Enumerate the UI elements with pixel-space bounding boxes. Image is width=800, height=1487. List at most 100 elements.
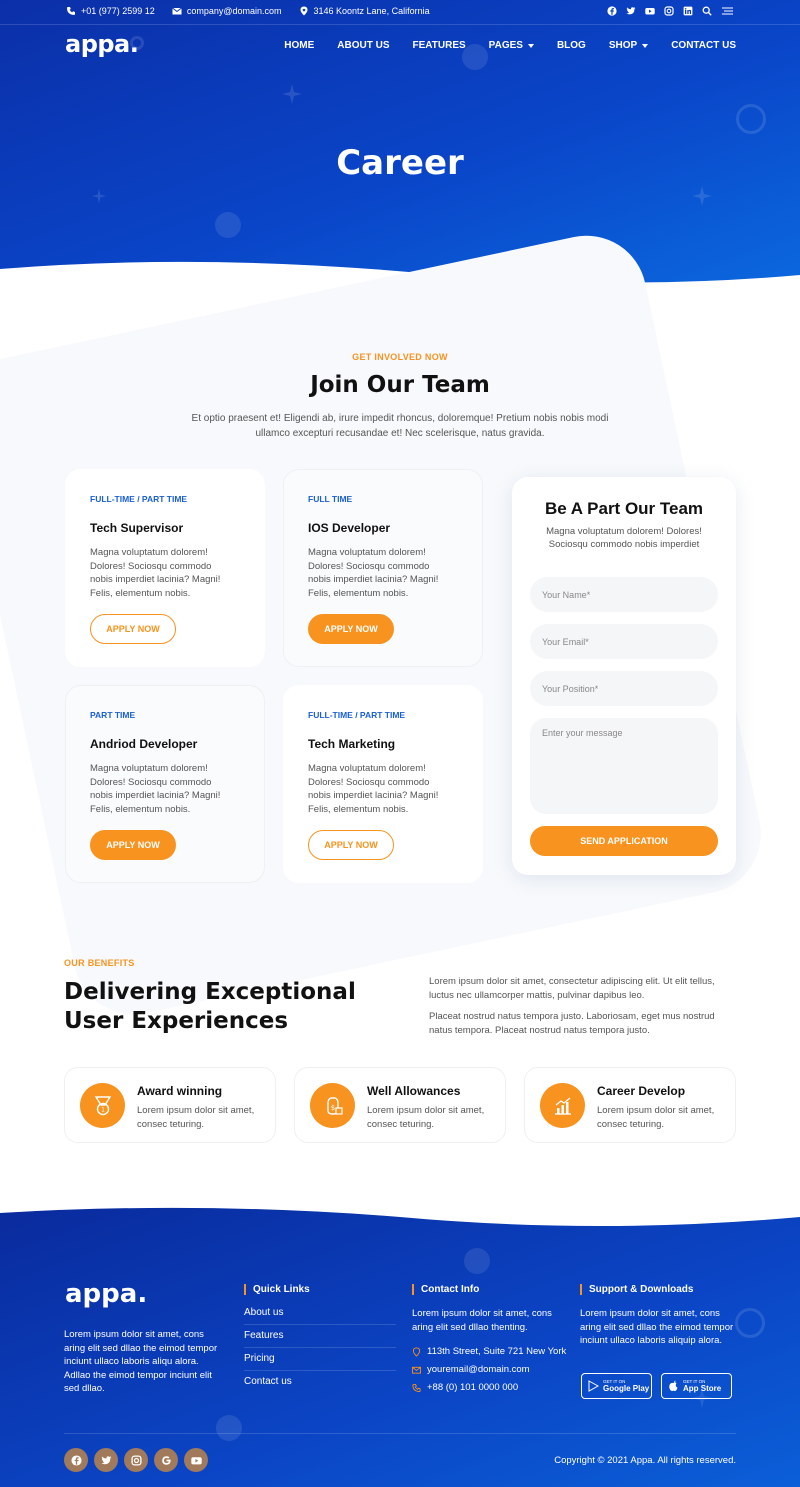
apple-icon — [669, 1380, 678, 1391]
job-description: Magna voluptatum dolorem! Dolores! Socio… — [308, 547, 439, 599]
name-input[interactable] — [530, 577, 718, 612]
job-type: FULL TIME — [308, 494, 353, 504]
benefit-title: Well Allowances — [367, 1084, 461, 1098]
google-play-icon — [588, 1380, 599, 1392]
twitter-icon — [100, 1455, 111, 1464]
svg-text:$: $ — [330, 1104, 334, 1112]
footer-divider — [64, 1433, 736, 1434]
contact-info-heading: Contact Info — [412, 1284, 479, 1295]
nav-features[interactable]: FEATURES — [413, 40, 466, 51]
benefit-icon-circle: 1 — [80, 1083, 125, 1128]
youtube-icon[interactable] — [645, 6, 655, 16]
contact-phone[interactable]: +88 (0) 101 0000 000 — [412, 1382, 518, 1393]
nav-blog[interactable]: BLOG — [557, 40, 586, 51]
search-icon[interactable] — [702, 6, 712, 16]
benefits-title: Delivering Exceptional User Experiences — [64, 979, 356, 1034]
benefits-paragraph: Placeat nostrud natus tempora justo. Lab… — [429, 1011, 715, 1036]
topbar-address: 3146 Koontz Lane, California — [299, 6, 430, 16]
nav-pages[interactable]: PAGES — [489, 40, 534, 51]
email-input[interactable] — [530, 624, 718, 659]
instagram-icon[interactable] — [664, 6, 674, 16]
footer-social-links — [64, 1448, 208, 1472]
money-icon: $ — [326, 1096, 343, 1115]
contact-text: Lorem ipsum dolor sit amet, cons aring e… — [412, 1308, 552, 1333]
apply-now-button[interactable]: APPLY NOW — [308, 614, 394, 644]
footer-google-button[interactable] — [154, 1448, 178, 1472]
benefit-description: Lorem ipsum dolor sit amet, consec tetur… — [367, 1105, 485, 1130]
job-card: FULL-TIME / PART TIME Tech Marketing Mag… — [283, 685, 483, 883]
send-application-button[interactable]: SEND APPLICATION — [530, 826, 718, 856]
position-input[interactable] — [530, 671, 718, 706]
svg-text:1: 1 — [101, 1106, 105, 1113]
job-type: FULL-TIME / PART TIME — [90, 494, 188, 504]
job-title: IOS Developer — [308, 521, 391, 535]
footer-link-features[interactable]: Features — [244, 1330, 396, 1348]
facebook-icon — [70, 1454, 82, 1466]
store-text: GET IT ON Google Play — [603, 1379, 650, 1393]
nav-contact[interactable]: CONTACT US — [671, 40, 736, 51]
footer-instagram-button[interactable] — [124, 1448, 148, 1472]
nav-shop[interactable]: SHOP — [609, 40, 649, 51]
contact-email[interactable]: youremail@domain.com — [412, 1364, 530, 1375]
quick-links-heading: Quick Links — [244, 1284, 310, 1295]
topbar-email[interactable]: company@domain.com — [172, 6, 282, 16]
job-type: FULL-TIME / PART TIME — [308, 710, 406, 720]
footer-link-pricing[interactable]: Pricing — [244, 1353, 396, 1371]
topbar-phone[interactable]: +01 (977) 2599 12 — [66, 6, 155, 16]
job-type: PART TIME — [90, 710, 136, 720]
map-pin-icon — [300, 6, 307, 16]
message-textarea[interactable] — [530, 718, 718, 814]
job-title: Tech Supervisor — [90, 521, 184, 535]
medal-icon: 1 — [94, 1095, 111, 1115]
youtube-icon — [190, 1456, 202, 1464]
apply-now-button[interactable]: APPLY NOW — [308, 830, 394, 860]
footer-logo[interactable]: appa. — [65, 1279, 147, 1309]
application-form: Be A Part Our Team Magna voluptatum dolo… — [512, 477, 736, 875]
benefits-paragraph: Lorem ipsum dolor sit amet, consectetur … — [429, 976, 715, 1001]
page-title: Career — [336, 143, 464, 183]
job-description: Magna voluptatum dolorem! Dolores! Socio… — [90, 763, 221, 815]
google-icon — [161, 1455, 171, 1465]
app-store-button[interactable]: GET IT ON App Store — [661, 1373, 732, 1399]
footer-facebook-button[interactable] — [64, 1448, 88, 1472]
top-bar: +01 (977) 2599 12 company@domain.com 314… — [0, 0, 800, 25]
footer-twitter-button[interactable] — [94, 1448, 118, 1472]
support-text: Lorem ipsum dolor sit amet, cons aring e… — [580, 1308, 734, 1346]
support-heading: Support & Downloads — [580, 1284, 693, 1295]
benefit-description: Lorem ipsum dolor sit amet, consec tetur… — [137, 1105, 255, 1130]
job-description: Magna voluptatum dolorem! Dolores! Socio… — [308, 763, 439, 815]
footer-link-contact[interactable]: Contact us — [244, 1376, 396, 1393]
join-eyebrow: GET INVOLVED NOW — [352, 352, 448, 362]
benefit-card: 1 Award winning Lorem ipsum dolor sit am… — [64, 1067, 276, 1143]
envelope-icon — [172, 7, 182, 15]
twitter-icon[interactable] — [626, 6, 636, 16]
job-description: Magna voluptatum dolorem! Dolores! Socio… — [90, 547, 221, 599]
caret-down-icon — [642, 43, 649, 48]
apply-now-button[interactable]: APPLY NOW — [90, 614, 176, 644]
join-description: Et optio praesent et! Eligendi ab, irure… — [191, 413, 609, 439]
instagram-icon — [130, 1454, 142, 1466]
form-description: Magna voluptatum dolorem! Dolores! Socio… — [546, 526, 702, 550]
benefit-icon-circle — [540, 1083, 585, 1128]
menu-icon[interactable] — [721, 6, 734, 16]
logo[interactable]: appa. — [65, 30, 139, 58]
footer-link-about[interactable]: About us — [244, 1307, 396, 1325]
benefit-card: Career Develop Lorem ipsum dolor sit ame… — [524, 1067, 736, 1143]
facebook-icon[interactable] — [607, 6, 617, 16]
footer-youtube-button[interactable] — [184, 1448, 208, 1472]
form-title: Be A Part Our Team — [544, 499, 704, 518]
nav-about[interactable]: ABOUT US — [337, 40, 389, 51]
benefit-icon-circle: $ — [310, 1083, 355, 1128]
google-play-button[interactable]: GET IT ON Google Play — [581, 1373, 652, 1399]
store-text: GET IT ON App Store — [683, 1379, 722, 1393]
footer-about: Lorem ipsum dolor sit amet, cons aring e… — [64, 1329, 218, 1394]
linkedin-icon[interactable] — [683, 6, 693, 16]
job-card: FULL TIME IOS Developer Magna voluptatum… — [283, 469, 483, 667]
job-card: PART TIME Andriod Developer Magna volupt… — [65, 685, 265, 883]
envelope-icon — [412, 1366, 421, 1374]
nav-home[interactable]: HOME — [284, 40, 314, 51]
main-nav: HOME ABOUT US FEATURES PAGES BLOG SHOP C… — [284, 40, 736, 51]
apply-now-button[interactable]: APPLY NOW — [90, 830, 176, 860]
benefits-eyebrow: OUR BENEFITS — [64, 958, 135, 968]
benefit-title: Career Develop — [597, 1084, 686, 1098]
